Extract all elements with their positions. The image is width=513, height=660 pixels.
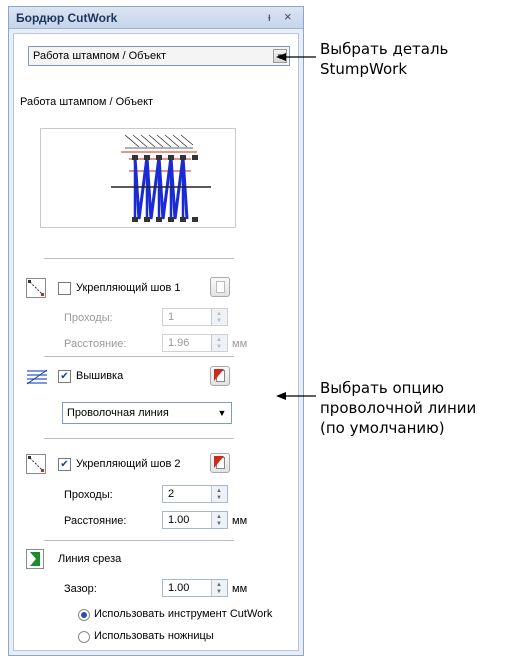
callout-select-stumpwork: Выбрать деталь StumpWork [320, 39, 448, 79]
callout-line: Выбрать деталь [320, 40, 449, 58]
callout-arrowhead [276, 53, 286, 61]
callout-arrowhead [276, 392, 286, 400]
callout-wire-line-option: Выбрать опцию проволочной линии (по умол… [320, 378, 476, 438]
callout-line: Выбрать опцию [320, 379, 445, 397]
callout-line: StumpWork [320, 60, 408, 78]
callout-line: проволочной линии [320, 399, 477, 417]
callout-arrows [276, 53, 316, 400]
callout-line: (по умолчанию) [320, 419, 445, 437]
